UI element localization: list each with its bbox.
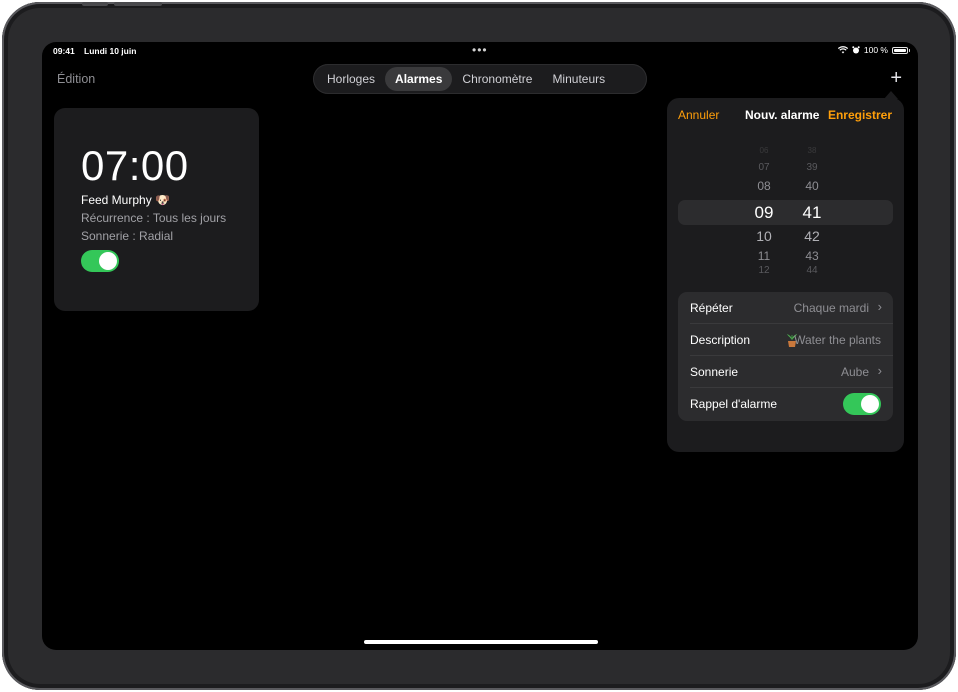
tab-alarms[interactable]: Alarmes <box>385 67 453 91</box>
snooze-row: Rappel d'alarme <box>678 388 893 420</box>
battery-level-fill <box>894 48 906 52</box>
tab-bar: Horloges Alarmes Chronomètre Minuteurs <box>313 64 647 94</box>
alarm-options-list: Répéter Chaque mardi › Description Water… <box>678 292 893 421</box>
multitasking-dots-icon[interactable]: ••• <box>472 43 488 57</box>
alarm-toggle[interactable] <box>81 250 119 272</box>
snooze-toggle[interactable] <box>843 393 881 415</box>
battery-percentage: 100 % <box>863 45 888 55</box>
plus-icon[interactable]: + <box>890 67 902 90</box>
alarm-time: 07:00 <box>81 142 189 189</box>
alarm-card[interactable]: 07:00 Feed Murphy 🐶 Récurrence : Tous le… <box>54 108 259 311</box>
alarm-clock-icon <box>852 46 860 54</box>
home-indicator[interactable] <box>364 640 598 644</box>
tab-timers[interactable]: Minuteurs <box>542 67 615 91</box>
picker-hour: 11 <box>757 249 771 263</box>
picker-minute: 38 <box>807 146 817 155</box>
toggle-knob <box>861 395 879 413</box>
repeat-label: Répéter <box>690 301 733 315</box>
tab-clocks[interactable]: Horloges <box>317 67 385 91</box>
description-value: Water the plants <box>794 333 881 347</box>
picker-hour: 07 <box>758 162 770 173</box>
new-alarm-popover: Annuler Nouv. alarme Enregistrer 06 07 0… <box>667 91 904 452</box>
chevron-right-icon: › <box>877 363 882 378</box>
alarm-recurrence: Récurrence : Tous les jours <box>81 211 227 225</box>
picker-hour-selected: 09 <box>754 203 774 222</box>
repeat-row[interactable]: Répéter Chaque mardi › <box>678 292 893 324</box>
wifi-icon <box>837 46 848 54</box>
picker-hour: 06 <box>759 146 769 155</box>
picker-minute: 43 <box>805 249 819 263</box>
chevron-right-icon: › <box>877 299 882 314</box>
screen: 09:41 Lundi 10 juin ••• 100 % Édition Ho… <box>42 42 918 650</box>
picker-hour: 12 <box>758 265 770 276</box>
picker-hour: 10 <box>756 228 772 244</box>
status-bar: 09:41 Lundi 10 juin ••• 100 % <box>42 42 918 60</box>
description-row[interactable]: Description Water the plants <box>678 324 893 356</box>
alarm-sound: Sonnerie : Radial <box>81 229 174 243</box>
status-date: Lundi 10 juin <box>84 46 137 56</box>
tab-stopwatch[interactable]: Chronomètre <box>452 67 542 91</box>
popover-title: Nouv. alarme <box>745 108 820 122</box>
repeat-value: Chaque mardi <box>793 301 869 315</box>
volume-up-button <box>82 2 108 6</box>
status-right: 100 % <box>837 45 910 55</box>
status-time: 09:41 <box>53 46 75 56</box>
sound-value: Aube <box>840 365 869 379</box>
edit-button[interactable]: Édition <box>57 72 95 86</box>
picker-minute: 44 <box>806 265 818 276</box>
alarm-name: Feed Murphy 🐶 <box>81 193 170 207</box>
picker-minute: 40 <box>805 179 819 193</box>
top-button <box>114 2 162 6</box>
picker-minute: 42 <box>804 228 820 244</box>
picker-selection-band <box>678 200 893 225</box>
save-button[interactable]: Enregistrer <box>828 108 892 122</box>
time-picker[interactable]: 06 07 08 09 10 11 12 38 39 40 41 42 43 4… <box>667 142 904 284</box>
picker-hour: 08 <box>757 179 771 193</box>
picker-minute-selected: 41 <box>802 203 822 222</box>
battery-icon <box>892 46 910 54</box>
sound-label: Sonnerie <box>690 365 739 379</box>
cancel-button[interactable]: Annuler <box>678 108 719 122</box>
sound-row[interactable]: Sonnerie Aube › <box>678 356 893 388</box>
description-label: Description <box>690 333 751 347</box>
snooze-label: Rappel d'alarme <box>690 397 778 411</box>
picker-minute: 39 <box>806 162 818 173</box>
toggle-knob <box>99 252 117 270</box>
